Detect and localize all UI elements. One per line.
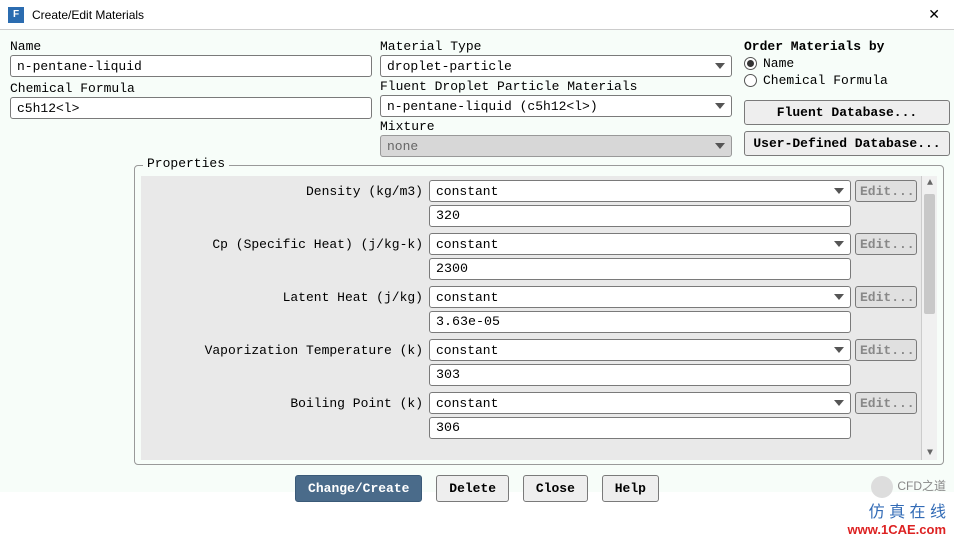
chevron-down-icon	[834, 188, 844, 194]
change-create-button[interactable]: Change/Create	[295, 475, 422, 502]
property-label: Boiling Point (k)	[145, 396, 429, 411]
property-method-value: constant	[436, 237, 498, 252]
formula-label: Chemical Formula	[10, 81, 372, 96]
fluent-materials-value: n-pentane-liquid (c5h12<l>)	[387, 99, 598, 114]
app-icon: F	[8, 7, 24, 23]
property-value-row	[429, 417, 917, 439]
dialog-footer: Change/Create Delete Close Help	[10, 465, 944, 502]
window-title: Create/Edit Materials	[32, 8, 922, 22]
edit-button[interactable]: Edit...	[855, 233, 917, 255]
fluent-materials-combo[interactable]: n-pentane-liquid (c5h12<l>)	[380, 95, 732, 117]
user-defined-database-button[interactable]: User-Defined Database...	[744, 131, 950, 156]
mixture-value: none	[387, 139, 418, 154]
property-label: Density (kg/m3)	[145, 184, 429, 199]
close-button[interactable]: Close	[523, 475, 588, 502]
help-button[interactable]: Help	[602, 475, 659, 502]
radio-icon	[744, 74, 757, 87]
property-method-combo[interactable]: constant	[429, 392, 851, 414]
fluent-database-button[interactable]: Fluent Database...	[744, 100, 950, 125]
radio-icon	[744, 57, 757, 70]
edit-button[interactable]: Edit...	[855, 286, 917, 308]
chevron-down-icon	[834, 241, 844, 247]
chevron-down-icon	[834, 294, 844, 300]
scroll-down-icon[interactable]: ▼	[925, 448, 935, 458]
property-value-input[interactable]	[429, 364, 851, 386]
property-method-value: constant	[436, 396, 498, 411]
scrollbar[interactable]: ▲ ▼	[921, 176, 937, 460]
edit-button[interactable]: Edit...	[855, 180, 917, 202]
property-value-input[interactable]	[429, 258, 851, 280]
mixture-combo: none	[380, 135, 732, 157]
order-by-formula-radio[interactable]: Chemical Formula	[744, 73, 950, 88]
mixture-label: Mixture	[380, 119, 732, 134]
property-row: Vaporization Temperature (k) constant Edit…	[145, 339, 917, 361]
chevron-down-icon	[715, 143, 725, 149]
property-value-input[interactable]	[429, 311, 851, 333]
property-row: Latent Heat (j/kg) constant Edit...	[145, 286, 917, 308]
property-method-combo[interactable]: constant	[429, 233, 851, 255]
chevron-down-icon	[715, 63, 725, 69]
order-materials-label: Order Materials by	[744, 39, 950, 54]
property-value-input[interactable]	[429, 417, 851, 439]
property-value-row	[429, 258, 917, 280]
order-by-name-label: Name	[763, 56, 794, 71]
chevron-down-icon	[834, 347, 844, 353]
property-row: Boiling Point (k) constant Edit...	[145, 392, 917, 414]
property-method-combo[interactable]: constant	[429, 180, 851, 202]
material-type-combo[interactable]: droplet-particle	[380, 55, 732, 77]
property-label: Cp (Specific Heat) (j/kg-k)	[145, 237, 429, 252]
edit-button[interactable]: Edit...	[855, 339, 917, 361]
properties-legend: Properties	[143, 156, 229, 171]
scroll-thumb[interactable]	[924, 194, 935, 314]
titlebar: F Create/Edit Materials ✕	[0, 0, 954, 30]
chevron-down-icon	[834, 400, 844, 406]
property-label: Latent Heat (j/kg)	[145, 290, 429, 305]
property-value-row	[429, 364, 917, 386]
property-method-value: constant	[436, 290, 498, 305]
property-row: Density (kg/m3) constant Edit...	[145, 180, 917, 202]
name-input[interactable]	[10, 55, 372, 77]
property-method-value: constant	[436, 343, 498, 358]
material-type-label: Material Type	[380, 39, 732, 54]
material-type-value: droplet-particle	[387, 59, 512, 74]
delete-button[interactable]: Delete	[436, 475, 509, 502]
scroll-up-icon[interactable]: ▲	[925, 178, 935, 188]
property-value-input[interactable]	[429, 205, 851, 227]
chevron-down-icon	[715, 103, 725, 109]
edit-button[interactable]: Edit...	[855, 392, 917, 414]
property-row: Cp (Specific Heat) (j/kg-k) constant Edit.…	[145, 233, 917, 255]
fluent-materials-label: Fluent Droplet Particle Materials	[380, 79, 732, 94]
property-value-row	[429, 311, 917, 333]
formula-input[interactable]	[10, 97, 372, 119]
close-icon[interactable]: ✕	[922, 4, 946, 25]
property-method-combo[interactable]: constant	[429, 286, 851, 308]
order-by-name-radio[interactable]: Name	[744, 56, 950, 71]
order-by-formula-label: Chemical Formula	[763, 73, 888, 88]
name-label: Name	[10, 39, 372, 54]
property-value-row	[429, 205, 917, 227]
property-method-combo[interactable]: constant	[429, 339, 851, 361]
property-label: Vaporization Temperature (k)	[145, 343, 429, 358]
property-method-value: constant	[436, 184, 498, 199]
properties-group: Properties Density (kg/m3)constantEdit..…	[134, 165, 944, 465]
